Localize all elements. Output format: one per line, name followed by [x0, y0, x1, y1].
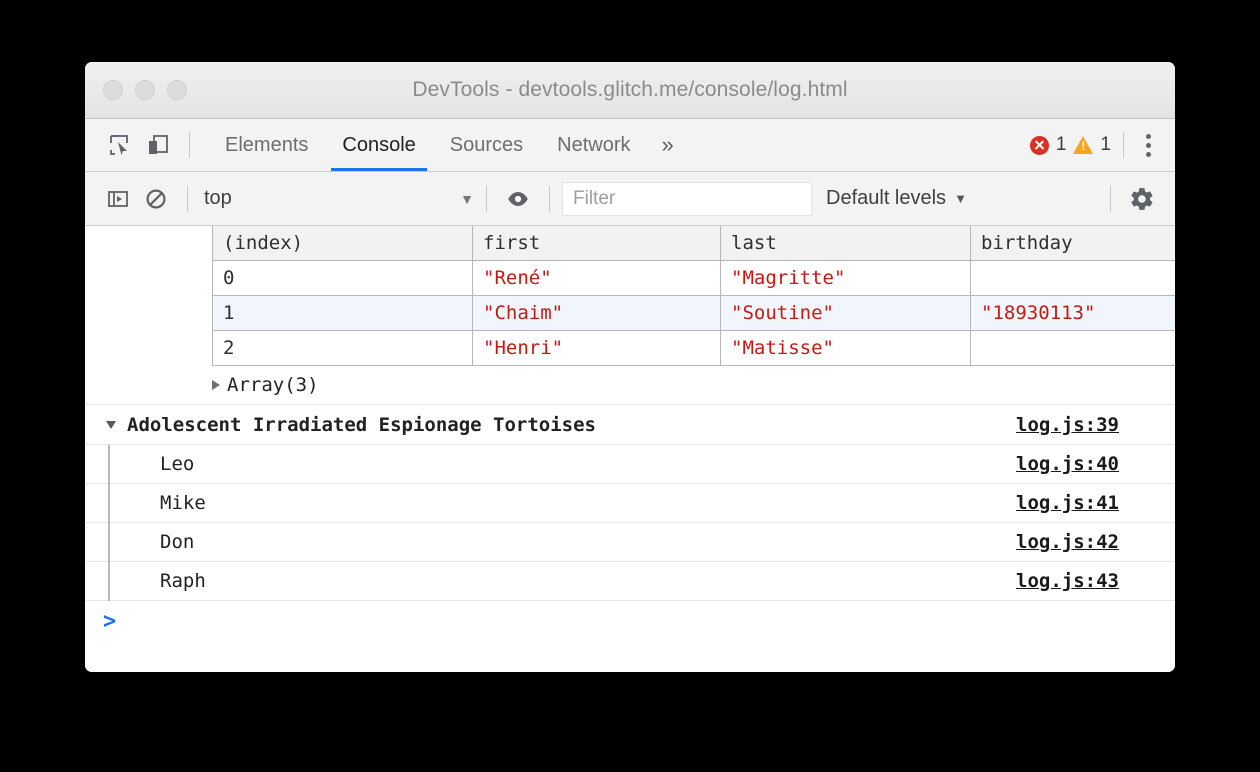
warning-icon: [1073, 136, 1093, 154]
prompt-chevron-icon: >: [103, 609, 116, 634]
execution-context-select[interactable]: top ▼: [200, 187, 474, 210]
devtools-tabbar: Elements Console Sources Network » 1 1: [85, 119, 1175, 172]
chevron-down-icon: ▼: [954, 191, 967, 206]
source-link[interactable]: log.js:41: [1016, 492, 1119, 514]
clear-console-icon[interactable]: [137, 180, 175, 218]
list-item: Don log.js:42: [85, 523, 1175, 562]
error-count: 1: [1056, 134, 1067, 156]
log-message: Raph: [160, 570, 206, 592]
source-link[interactable]: log.js:39: [1016, 414, 1119, 436]
cell-index: 2: [213, 331, 473, 366]
column-header-birthday[interactable]: birthday: [971, 226, 1176, 261]
log-message: Leo: [160, 453, 194, 475]
console-prompt[interactable]: >: [85, 601, 1175, 641]
source-link[interactable]: log.js:40: [1016, 453, 1119, 475]
error-icon: [1030, 136, 1049, 155]
log-levels-value: Default levels: [826, 187, 946, 210]
table-row: 2 "Henri" "Matisse": [213, 331, 1176, 366]
array-expander-row[interactable]: Array(3): [85, 366, 1175, 405]
array-label: Array(3): [227, 374, 319, 396]
cell-first: "Henri": [473, 331, 721, 366]
console-table: (index) first last birthday 0 "René" "Ma…: [212, 226, 1175, 366]
cell-birthday: [971, 261, 1176, 296]
table-row: 0 "René" "Magritte": [213, 261, 1176, 296]
console-toolbar-divider-2: [486, 186, 487, 212]
cell-last: "Magritte": [721, 261, 971, 296]
column-header-first[interactable]: first: [473, 226, 721, 261]
console-sidebar-icon[interactable]: [99, 180, 137, 218]
console-toolbar-divider-1: [187, 186, 188, 212]
issue-counters[interactable]: 1 1: [1030, 134, 1111, 156]
tab-elements[interactable]: Elements: [208, 119, 325, 171]
list-item: Mike log.js:41: [85, 484, 1175, 523]
execution-context-value: top: [204, 187, 232, 210]
tab-network[interactable]: Network: [540, 119, 647, 171]
toolbar-divider: [189, 132, 190, 158]
cell-last: "Matisse": [721, 331, 971, 366]
cell-first: "René": [473, 261, 721, 296]
panel-tabs: Elements Console Sources Network »: [208, 119, 688, 171]
cell-last: "Soutine": [721, 296, 971, 331]
window-title: DevTools - devtools.glitch.me/console/lo…: [85, 78, 1175, 102]
window-titlebar: DevTools - devtools.glitch.me/console/lo…: [85, 62, 1175, 119]
console-group-header[interactable]: Adolescent Irradiated Espionage Tortoise…: [85, 405, 1175, 445]
log-message: Don: [160, 531, 194, 553]
settings-gear-icon[interactable]: [1123, 180, 1161, 218]
console-toolbar: top ▼ Filter Default levels ▼: [85, 172, 1175, 226]
kebab-menu-icon[interactable]: [1136, 134, 1161, 157]
console-toolbar-divider-4: [1110, 186, 1111, 212]
console-table-wrap: (index) first last birthday 0 "René" "Ma…: [85, 226, 1175, 366]
source-link[interactable]: log.js:43: [1016, 570, 1119, 592]
table-row: 1 "Chaim" "Soutine" "18930113": [213, 296, 1176, 331]
device-toolbar-icon[interactable]: [139, 126, 177, 164]
chevron-down-icon[interactable]: [106, 421, 116, 429]
chevron-right-icon[interactable]: [212, 380, 220, 390]
warning-count: 1: [1100, 134, 1111, 156]
cell-index: 0: [213, 261, 473, 296]
cell-birthday: [971, 331, 1176, 366]
log-message: Mike: [160, 492, 206, 514]
column-header-index[interactable]: (index): [213, 226, 473, 261]
console-toolbar-divider-3: [549, 186, 550, 212]
live-expression-eye-icon[interactable]: [499, 180, 537, 218]
console-output[interactable]: (index) first last birthday 0 "René" "Ma…: [85, 226, 1175, 672]
list-item: Raph log.js:43: [85, 562, 1175, 601]
cell-index: 1: [213, 296, 473, 331]
tab-console[interactable]: Console: [325, 119, 432, 171]
devtools-window: DevTools - devtools.glitch.me/console/lo…: [85, 62, 1175, 672]
source-link[interactable]: log.js:42: [1016, 531, 1119, 553]
chevron-down-icon: ▼: [460, 191, 474, 207]
cell-first: "Chaim": [473, 296, 721, 331]
console-group-title: Adolescent Irradiated Espionage Tortoise…: [127, 414, 596, 436]
table-header-row: (index) first last birthday: [213, 226, 1176, 261]
list-item: Leo log.js:40: [85, 445, 1175, 484]
console-group-items: Leo log.js:40 Mike log.js:41 Don log.js:…: [85, 445, 1175, 601]
cell-birthday: "18930113": [971, 296, 1176, 331]
log-levels-select[interactable]: Default levels ▼: [826, 187, 967, 210]
counters-divider: [1123, 132, 1124, 158]
column-header-last[interactable]: last: [721, 226, 971, 261]
inspect-element-icon[interactable]: [101, 126, 139, 164]
more-tabs-button[interactable]: »: [648, 119, 688, 171]
filter-input[interactable]: Filter: [562, 182, 812, 216]
tab-sources[interactable]: Sources: [433, 119, 540, 171]
